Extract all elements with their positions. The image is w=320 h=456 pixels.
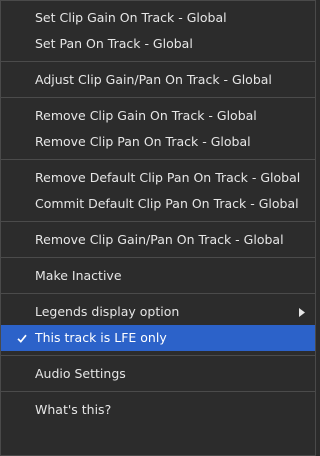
menu-item-set-clip-gain[interactable]: Set Clip Gain On Track - Global [1, 5, 315, 31]
menu-separator [1, 61, 315, 62]
chevron-right-icon-svg [299, 307, 305, 317]
menu-item-label: Remove Clip Pan On Track - Global [35, 134, 251, 149]
menu-item-label: Commit Default Clip Pan On Track - Globa… [35, 196, 299, 211]
menu-item-remove-clip-gain[interactable]: Remove Clip Gain On Track - Global [1, 103, 315, 129]
menu-item-whats-this[interactable]: What's this? [1, 397, 315, 423]
menu-item-label: Remove Default Clip Pan On Track - Globa… [35, 170, 301, 185]
menu-item-remove-default-clip-pan[interactable]: Remove Default Clip Pan On Track - Globa… [1, 165, 315, 191]
menu-separator [1, 97, 315, 98]
menu-item-label: Set Clip Gain On Track - Global [35, 10, 227, 25]
menu-separator [1, 391, 315, 392]
context-menu: Set Clip Gain On Track - Global Set Pan … [0, 0, 316, 456]
menu-item-make-inactive[interactable]: Make Inactive [1, 263, 315, 289]
menu-item-lfe-only[interactable]: This track is LFE only [1, 325, 315, 351]
menu-separator [1, 293, 315, 294]
menu-separator [1, 355, 315, 356]
checkmark-icon-svg [17, 334, 27, 343]
menu-item-label: Legends display option [35, 304, 180, 319]
menu-item-legends-display-option[interactable]: Legends display option [1, 299, 315, 325]
menu-separator [1, 159, 315, 160]
menu-item-set-pan[interactable]: Set Pan On Track - Global [1, 31, 315, 57]
menu-item-label: Adjust Clip Gain/Pan On Track - Global [35, 72, 272, 87]
menu-item-label: Audio Settings [35, 366, 126, 381]
chevron-right-icon [297, 299, 307, 325]
menu-item-label: Set Pan On Track - Global [35, 36, 193, 51]
menu-item-audio-settings[interactable]: Audio Settings [1, 361, 315, 387]
menu-item-label: Remove Clip Gain On Track - Global [35, 108, 257, 123]
menu-item-commit-default-clip-pan[interactable]: Commit Default Clip Pan On Track - Globa… [1, 191, 315, 217]
checkmark-icon [15, 325, 29, 351]
menu-item-label: This track is LFE only [35, 330, 167, 345]
menu-item-adjust-clip-gain-pan[interactable]: Adjust Clip Gain/Pan On Track - Global [1, 67, 315, 93]
menu-item-remove-clip-pan[interactable]: Remove Clip Pan On Track - Global [1, 129, 315, 155]
menu-item-remove-clip-gain-pan[interactable]: Remove Clip Gain/Pan On Track - Global [1, 227, 315, 253]
menu-item-label: What's this? [35, 402, 112, 417]
menu-separator [1, 221, 315, 222]
menu-item-label: Make Inactive [35, 268, 122, 283]
menu-item-label: Remove Clip Gain/Pan On Track - Global [35, 232, 284, 247]
menu-separator [1, 257, 315, 258]
